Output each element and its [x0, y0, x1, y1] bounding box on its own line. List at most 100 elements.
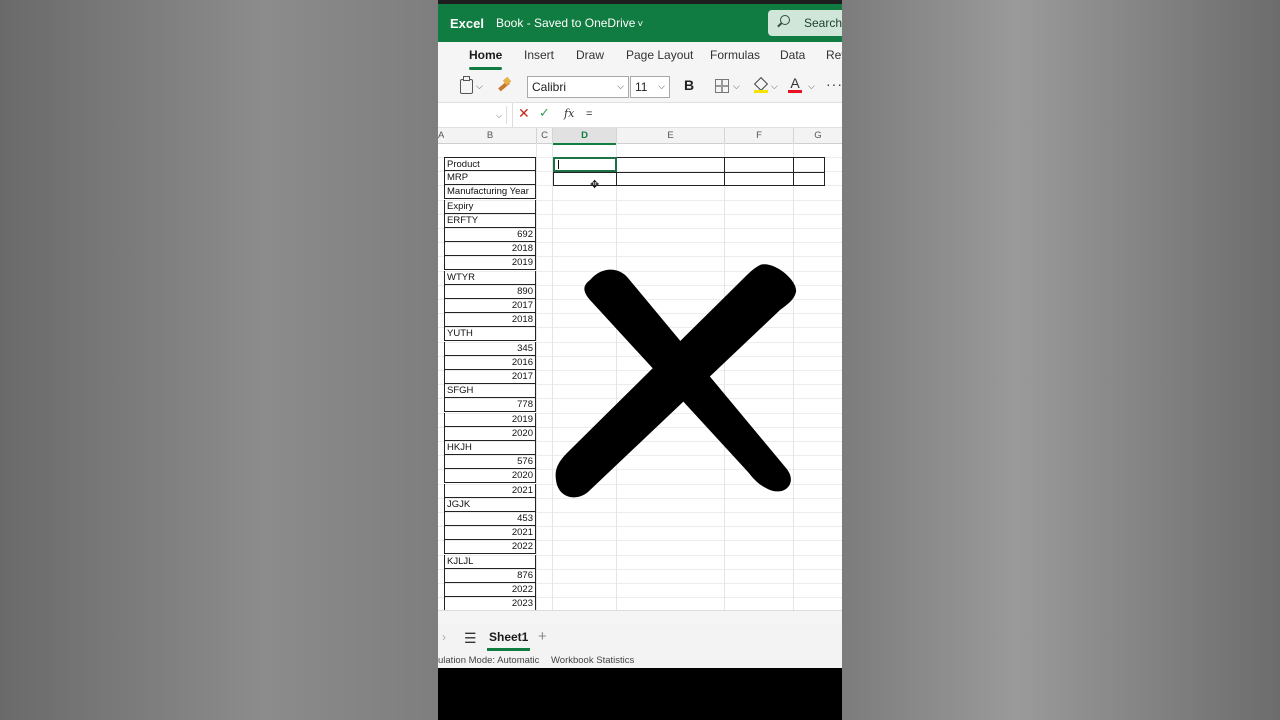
enter-icon[interactable]: ✓	[539, 105, 550, 121]
cell-b-8[interactable]: 2019	[444, 256, 536, 271]
cell-b-32[interactable]: 2023	[444, 597, 536, 610]
chevron-down-icon: ⌵	[617, 81, 624, 91]
sheet-list-icon[interactable]: ☰	[464, 630, 477, 647]
column-header-label: D	[581, 130, 588, 141]
cell-b-13[interactable]: YUTH	[444, 327, 536, 342]
cell-b-3[interactable]: Manufacturing Year	[444, 185, 536, 200]
cell-b-16[interactable]: 2017	[444, 370, 536, 384]
formula-divider	[512, 103, 513, 127]
font-name-select[interactable]: Calibri ⌵	[527, 76, 629, 98]
cell-b-15[interactable]: 2016	[444, 355, 536, 370]
insert-function-icon[interactable]: fx	[564, 107, 574, 120]
chevron-down-icon: ⌵	[496, 111, 503, 120]
cell-b-19[interactable]: 2019	[444, 412, 536, 427]
chevron-down-icon[interactable]: ⌵	[733, 81, 740, 92]
search-icon	[780, 15, 790, 25]
tab-formulas[interactable]: Formulas	[710, 48, 760, 62]
cell-b-31[interactable]: 2022	[444, 583, 536, 597]
tab-home[interactable]: Home	[469, 48, 503, 70]
font-size-select[interactable]: 11 ⌵	[630, 76, 670, 98]
cell-b-10[interactable]: 890	[444, 284, 536, 299]
chevron-down-icon[interactable]: ⌵	[771, 81, 778, 92]
column-header-e[interactable]: E	[617, 128, 725, 144]
column-header-label: C	[541, 130, 548, 141]
bold-button[interactable]: B	[684, 77, 694, 93]
cancel-icon[interactable]: ✕	[518, 105, 530, 122]
table-border	[724, 157, 725, 186]
column-header-g[interactable]: G	[794, 128, 842, 144]
tab-draw[interactable]: Draw	[576, 48, 604, 62]
name-box[interactable]: ⌵	[438, 106, 507, 124]
cell-b-30[interactable]: 876	[444, 568, 536, 583]
column-header-label: F	[756, 130, 762, 141]
column-header-c[interactable]: C	[537, 128, 553, 144]
cell-cursor-icon: ✥	[590, 179, 600, 191]
column-header-d[interactable]: D	[553, 128, 617, 145]
cell-b-27[interactable]: 2021	[444, 526, 536, 541]
column-header-label: G	[814, 130, 822, 141]
app-name: Excel	[450, 16, 484, 31]
cell-b-5[interactable]: ERFTY	[444, 213, 536, 228]
cell-b-14[interactable]: 345	[444, 341, 536, 356]
calculation-mode[interactable]: ulation Mode: Automatic	[438, 655, 539, 666]
add-sheet-button[interactable]: +	[538, 628, 547, 645]
column-border	[536, 143, 537, 610]
worksheet-grid[interactable]: A B C D E F G Product MRP Manufacturing Ye…	[438, 128, 842, 610]
cell-b-7[interactable]: 2018	[444, 242, 536, 257]
formula-input[interactable]: =	[586, 108, 592, 120]
clipboard-icon[interactable]	[460, 76, 473, 94]
cell-b-18[interactable]: 778	[444, 398, 536, 413]
more-options-icon[interactable]: ···	[826, 76, 842, 92]
column-header-label: B	[486, 130, 494, 141]
cell-b-6[interactable]: 692	[444, 228, 536, 242]
chevron-down-icon: ⌵	[658, 81, 665, 91]
column-header-label: E	[667, 130, 674, 141]
chevron-down-icon[interactable]: ⌵	[476, 81, 483, 92]
status-bar: ulation Mode: Automatic Workbook Statist…	[438, 654, 842, 668]
table-border	[793, 157, 794, 186]
cell-b-12[interactable]: 2018	[444, 313, 536, 328]
borders-icon[interactable]	[715, 79, 729, 93]
home-toolbar: ⌵ Calibri ⌵ 11 ⌵ B ⌵ ⌵ A ⌵ ···	[438, 70, 842, 103]
column-header-b[interactable]: B	[444, 128, 537, 144]
cell-b-9[interactable]: WTYR	[444, 270, 536, 285]
chevron-right-icon[interactable]: ›	[442, 630, 446, 644]
document-title[interactable]: Book - Saved to OneDrive ˅	[496, 16, 643, 30]
fill-color-icon[interactable]	[754, 77, 768, 93]
tab-review[interactable]: Rev	[826, 48, 842, 62]
font-name-value: Calibri	[532, 80, 567, 94]
tab-page-layout[interactable]: Page Layout	[626, 48, 693, 62]
cell-b-21[interactable]: HKJH	[444, 441, 536, 455]
sheet-tab-sheet1[interactable]: Sheet1	[486, 630, 531, 651]
selected-cell-d1[interactable]	[553, 157, 617, 172]
format-painter-icon[interactable]	[498, 78, 512, 92]
cell-b-20[interactable]: 2020	[444, 426, 536, 441]
text-cursor	[558, 160, 559, 169]
cell-b-28[interactable]: 2022	[444, 540, 536, 555]
workbook-statistics[interactable]: Workbook Statistics	[551, 655, 634, 666]
cell-b-4[interactable]: Expiry	[444, 199, 536, 214]
cell-b-11[interactable]: 2017	[444, 299, 536, 313]
chevron-down-icon[interactable]: ⌵	[808, 81, 815, 92]
bottom-letterbox	[438, 668, 842, 720]
cell-b-24[interactable]: 2021	[444, 483, 536, 498]
tab-insert[interactable]: Insert	[524, 48, 554, 62]
column-header-f[interactable]: F	[725, 128, 794, 144]
title-bar: Excel Book - Saved to OneDrive˅ Search (	[438, 4, 842, 42]
cell-b-23[interactable]: 2020	[444, 469, 536, 484]
font-color-icon[interactable]: A	[788, 75, 802, 93]
cell-b-2[interactable]: MRP	[444, 171, 536, 186]
video-background-right	[842, 0, 1280, 720]
cell-b-29[interactable]: KJLJL	[444, 554, 536, 569]
tab-data[interactable]: Data	[780, 48, 805, 62]
search-box[interactable]: Search (	[768, 10, 842, 36]
cell-b-22[interactable]: 576	[444, 455, 536, 470]
cell-b-25[interactable]: JGJK	[444, 497, 536, 512]
video-background-left	[0, 0, 438, 720]
cell-b-26[interactable]: 453	[444, 512, 536, 526]
horizontal-scrollbar[interactable]	[438, 610, 842, 625]
cell-b-1[interactable]: Product	[444, 157, 536, 171]
sheet-tab-bar: › ☰ Sheet1 +	[438, 624, 842, 654]
search-label: Search (	[804, 16, 842, 30]
cell-b-17[interactable]: SFGH	[444, 384, 536, 399]
